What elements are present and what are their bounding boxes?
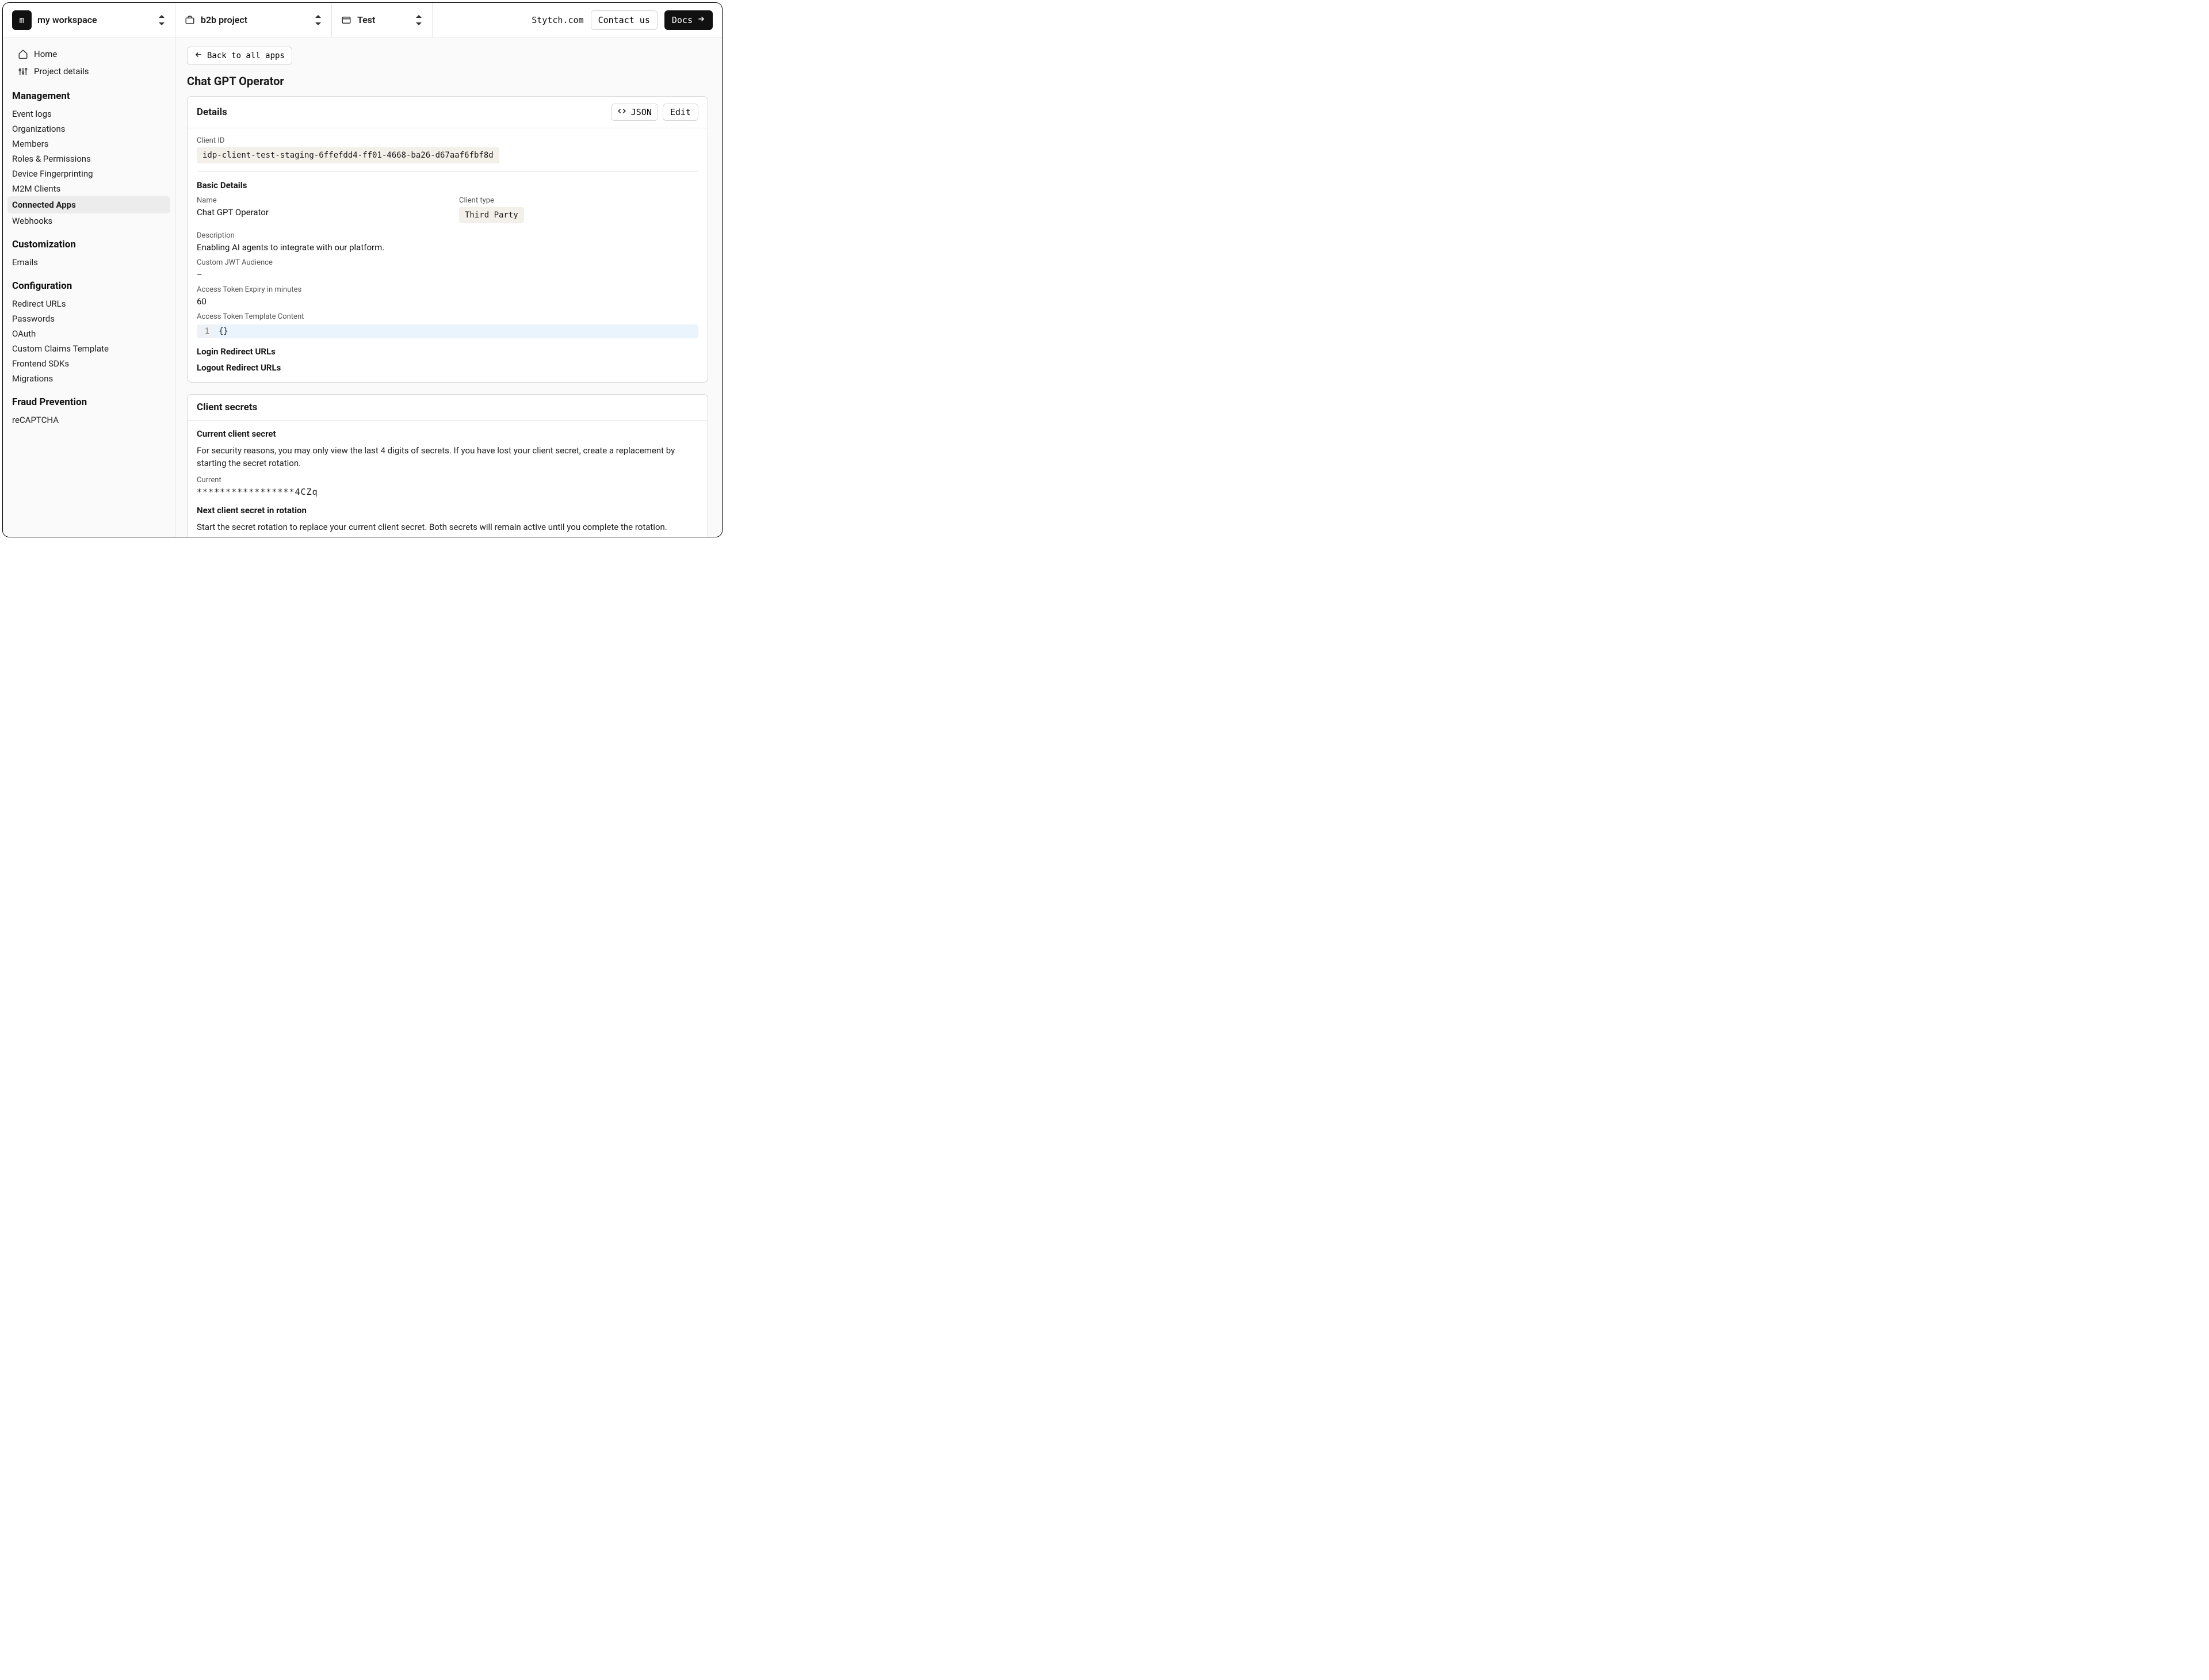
- sidebar-item-passwords[interactable]: Passwords: [12, 311, 166, 326]
- client-id-value[interactable]: idp-client-test-staging-6ffefdd4-ff01-46…: [197, 147, 499, 163]
- sidebar-item-custom-claims-template[interactable]: Custom Claims Template: [12, 341, 166, 356]
- chevron-up-down-icon: [314, 15, 322, 25]
- basic-details-header: Basic Details: [197, 180, 698, 190]
- sidebar-section-title: Management: [12, 90, 166, 102]
- project-switcher[interactable]: b2b project: [175, 3, 332, 37]
- description-label: Description: [197, 231, 698, 240]
- current-secret-desc: For security reasons, you may only view …: [197, 445, 698, 470]
- jwt-audience-label: Custom JWT Audience: [197, 258, 698, 267]
- client-id-label: Client ID: [197, 136, 698, 145]
- next-secret-desc: Start the secret rotation to replace you…: [197, 521, 698, 534]
- sidebar-section-title: Fraud Prevention: [12, 396, 166, 408]
- environment-name: Test: [357, 14, 409, 25]
- sidebar-item-recaptcha[interactable]: reCAPTCHA: [12, 413, 166, 427]
- sidebar-section-title: Configuration: [12, 280, 166, 292]
- code-icon: [617, 107, 626, 117]
- next-secret-header: Next client secret in rotation: [197, 505, 698, 516]
- json-button[interactable]: JSON: [611, 104, 658, 121]
- details-header: Details: [197, 106, 611, 118]
- home-icon: [18, 49, 28, 59]
- client-secrets-header: Client secrets: [197, 402, 698, 413]
- sidebar-project-details-label: Project details: [34, 66, 89, 77]
- edit-button[interactable]: Edit: [663, 104, 698, 121]
- client-type-value: Third Party: [459, 207, 524, 223]
- arrow-left-icon: [194, 51, 202, 61]
- contact-us-button[interactable]: Contact us: [591, 10, 658, 30]
- client-type-label: Client type: [459, 196, 698, 205]
- sidebar-item-redirect-urls[interactable]: Redirect URLs: [12, 296, 166, 311]
- logout-redirect-header: Logout Redirect URLs: [197, 362, 698, 373]
- sidebar-home-label: Home: [34, 49, 57, 59]
- divider: [197, 171, 698, 172]
- sidebar-section-title: Customization: [12, 239, 166, 250]
- sidebar-item-frontend-sdks[interactable]: Frontend SDKs: [12, 356, 166, 371]
- main-content: Back to all apps Chat GPT Operator Detai…: [175, 37, 722, 537]
- project-name: b2b project: [201, 14, 308, 25]
- json-label: JSON: [631, 107, 652, 117]
- details-card: Details JSON Edit Client ID idp-client-t…: [187, 96, 708, 383]
- docs-label: Docs: [672, 15, 693, 25]
- sidebar-item-m2m-clients[interactable]: M2M Clients: [12, 181, 166, 196]
- environment-switcher[interactable]: Test: [332, 3, 433, 37]
- line-number: 1: [197, 324, 214, 338]
- name-value: Chat GPT Operator: [197, 207, 436, 217]
- sidebar-item-event-logs[interactable]: Event logs: [12, 106, 166, 121]
- workspace-name: my workspace: [37, 14, 152, 25]
- page-title: Chat GPT Operator: [187, 74, 708, 88]
- topbar-right: Stytch.com Contact us Docs: [522, 3, 722, 37]
- token-template-editor[interactable]: 1 {}: [197, 324, 698, 338]
- back-label: Back to all apps: [207, 51, 285, 60]
- topbar: m my workspace b2b project Test Stytch.c…: [3, 3, 722, 37]
- briefcase-icon: [185, 15, 195, 25]
- workspace-badge: m: [12, 10, 32, 30]
- sidebar-item-migrations[interactable]: Migrations: [12, 371, 166, 386]
- name-label: Name: [197, 196, 436, 205]
- token-template-label: Access Token Template Content: [197, 312, 698, 321]
- stytch-link[interactable]: Stytch.com: [532, 15, 583, 25]
- sidebar-item-connected-apps[interactable]: Connected Apps: [7, 196, 170, 213]
- window-icon: [341, 15, 351, 25]
- client-secrets-card: Client secrets Current client secret For…: [187, 394, 708, 537]
- jwt-audience-value: –: [197, 269, 698, 280]
- chevron-up-down-icon: [415, 15, 423, 25]
- sidebar-home[interactable]: Home: [12, 45, 166, 63]
- sliders-icon: [18, 66, 28, 77]
- sidebar-item-oauth[interactable]: OAuth: [12, 326, 166, 341]
- sidebar-project-details[interactable]: Project details: [12, 63, 166, 80]
- description-value: Enabling AI agents to integrate with our…: [197, 242, 698, 253]
- sidebar-item-emails[interactable]: Emails: [12, 255, 166, 270]
- arrow-right-icon: [697, 15, 705, 25]
- sidebar-item-device-fingerprinting[interactable]: Device Fingerprinting: [12, 166, 166, 181]
- docs-button[interactable]: Docs: [664, 10, 713, 30]
- sidebar: Home Project details Management Event log…: [3, 37, 175, 537]
- current-secret-label: Current: [197, 476, 698, 484]
- back-to-apps-button[interactable]: Back to all apps: [187, 47, 292, 65]
- sidebar-item-webhooks[interactable]: Webhooks: [12, 213, 166, 228]
- workspace-switcher[interactable]: m my workspace: [3, 3, 175, 37]
- sidebar-item-organizations[interactable]: Organizations: [12, 121, 166, 136]
- token-template-content: {}: [214, 324, 233, 338]
- sidebar-item-members[interactable]: Members: [12, 136, 166, 151]
- current-secret-value: *****************4CZq: [197, 487, 698, 497]
- login-redirect-header: Login Redirect URLs: [197, 346, 698, 357]
- current-secret-header: Current client secret: [197, 429, 698, 439]
- chevron-up-down-icon: [158, 15, 166, 25]
- token-expiry-label: Access Token Expiry in minutes: [197, 285, 698, 294]
- token-expiry-value: 60: [197, 296, 698, 307]
- sidebar-item-roles-permissions[interactable]: Roles & Permissions: [12, 151, 166, 166]
